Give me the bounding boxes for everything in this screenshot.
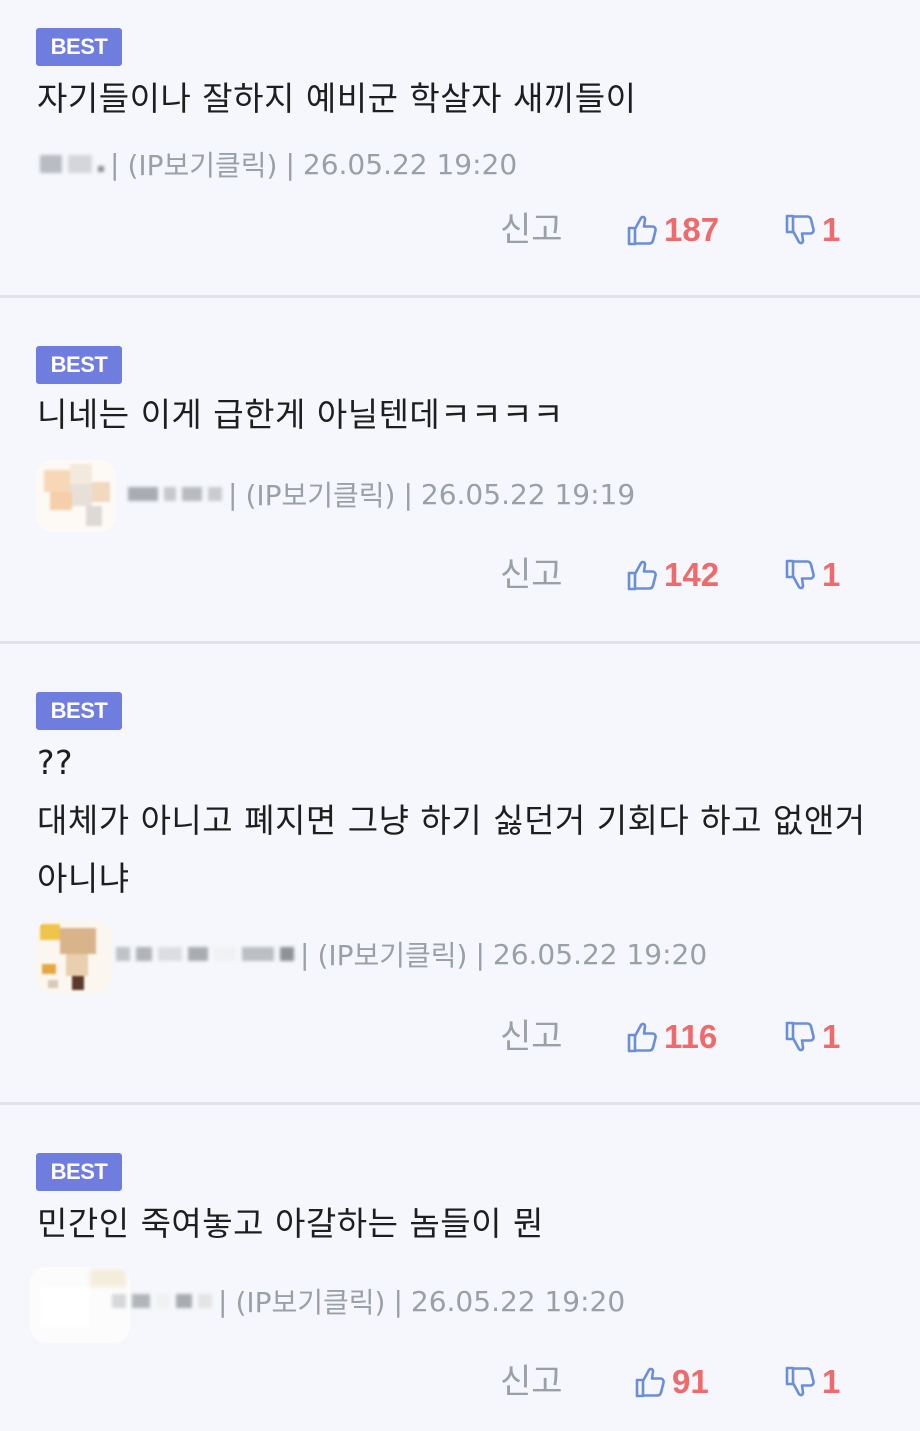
comment-item: BEST ?? 대체가 아니고 폐지면 그냥 하기 싫던거 기회다 하고 없앤거… <box>0 644 920 1105</box>
comment-text: 자기들이나 잘하지 예비군 학살자 새끼들이 <box>37 79 637 118</box>
comment-date: 26.05.22 19:20 <box>492 937 708 971</box>
report-button[interactable]: 신고 <box>500 1357 563 1407</box>
like-count: 142 <box>664 556 720 593</box>
separator: | <box>393 1284 403 1318</box>
separator: | <box>228 477 238 511</box>
dislike-button[interactable]: 1 <box>784 550 840 600</box>
thumbs-down-icon <box>784 558 816 592</box>
separator: | <box>110 147 120 181</box>
ip-view-link[interactable]: (IP보기클릭) <box>317 934 467 974</box>
separator: | <box>285 147 295 181</box>
separator: | <box>403 477 413 511</box>
comment-meta: | (IP보기클릭) | 26.05.22 19:20 <box>116 934 707 974</box>
comment-item: BEST 니네는 이게 급한게 아닐텐데ㅋㅋㅋㅋ | (IP보기클릭) | 26… <box>0 298 920 644</box>
best-badge: BEST <box>36 1153 122 1191</box>
comment-item: BEST 민간인 죽여놓고 아갈하는 놈들이 뭔 | (IP보기클릭) | 26… <box>0 1105 920 1431</box>
comment-text: ?? 대체가 아니고 폐지면 그냥 하기 싫던거 기회다 하고 없앤거 아니냐 <box>37 743 866 898</box>
comment-actions: 신고 91 1 <box>0 1357 920 1407</box>
best-badge: BEST <box>36 692 122 730</box>
report-button[interactable]: 신고 <box>500 1012 563 1062</box>
comment-meta: | (IP보기클릭) | 26.05.22 19:19 <box>128 474 635 514</box>
separator: | <box>218 1284 228 1318</box>
author-name-blurred <box>128 487 222 501</box>
thumbs-up-icon <box>626 213 658 247</box>
comment-item: BEST 자기들이나 잘하지 예비군 학살자 새끼들이 | (IP보기클릭) |… <box>0 0 920 298</box>
comment-date: 26.05.22 19:20 <box>410 1284 626 1318</box>
like-count: 91 <box>672 1363 709 1400</box>
thumbs-down-icon <box>784 213 816 247</box>
comment-date: 26.05.22 19:19 <box>420 477 636 511</box>
dislike-count: 1 <box>822 1018 841 1055</box>
separator: | <box>300 937 310 971</box>
dislike-button[interactable]: 1 <box>784 205 840 255</box>
dislike-count: 1 <box>822 556 841 593</box>
thumbs-down-icon <box>784 1020 816 1054</box>
like-count: 187 <box>664 211 720 248</box>
separator: | <box>475 937 485 971</box>
like-button[interactable]: 187 <box>626 205 719 255</box>
comment-text: 니네는 이게 급한게 아닐텐데ㅋㅋㅋㅋ <box>37 395 564 434</box>
avatar[interactable] <box>36 460 116 532</box>
ip-view-link[interactable]: (IP보기클릭) <box>235 1281 385 1321</box>
like-count: 116 <box>664 1018 718 1055</box>
like-button[interactable]: 91 <box>634 1357 709 1407</box>
like-button[interactable]: 116 <box>626 1012 717 1062</box>
comment-meta: | (IP보기클릭) | 26.05.22 19:20 <box>112 1281 625 1321</box>
dislike-count: 1 <box>822 1363 841 1400</box>
comment-actions: 신고 142 1 <box>0 550 920 600</box>
like-button[interactable]: 142 <box>626 550 719 600</box>
best-badge: BEST <box>36 28 122 66</box>
ip-view-link[interactable]: (IP보기클릭) <box>127 144 277 184</box>
author-name-blurred <box>116 947 294 961</box>
author-name-blurred <box>40 155 104 173</box>
thumbs-down-icon <box>784 1365 816 1399</box>
comment-actions: 신고 116 1 <box>0 1012 920 1062</box>
comment-actions: 신고 187 1 <box>0 205 920 255</box>
thumbs-up-icon <box>634 1365 666 1399</box>
ip-view-link[interactable]: (IP보기클릭) <box>245 474 395 514</box>
comment-text: 민간인 죽여놓고 아갈하는 놈들이 뭔 <box>37 1204 544 1243</box>
report-button[interactable]: 신고 <box>500 205 563 255</box>
report-button[interactable]: 신고 <box>500 550 563 600</box>
author-name-blurred <box>112 1294 212 1308</box>
thumbs-up-icon <box>626 1020 658 1054</box>
comment-date: 26.05.22 19:20 <box>302 147 518 181</box>
thumbs-up-icon <box>626 558 658 592</box>
best-badge: BEST <box>36 346 122 384</box>
avatar[interactable] <box>36 920 112 994</box>
dislike-button[interactable]: 1 <box>784 1012 840 1062</box>
dislike-button[interactable]: 1 <box>784 1357 840 1407</box>
dislike-count: 1 <box>822 211 841 248</box>
comment-meta: | (IP보기클릭) | 26.05.22 19:20 <box>40 144 517 184</box>
